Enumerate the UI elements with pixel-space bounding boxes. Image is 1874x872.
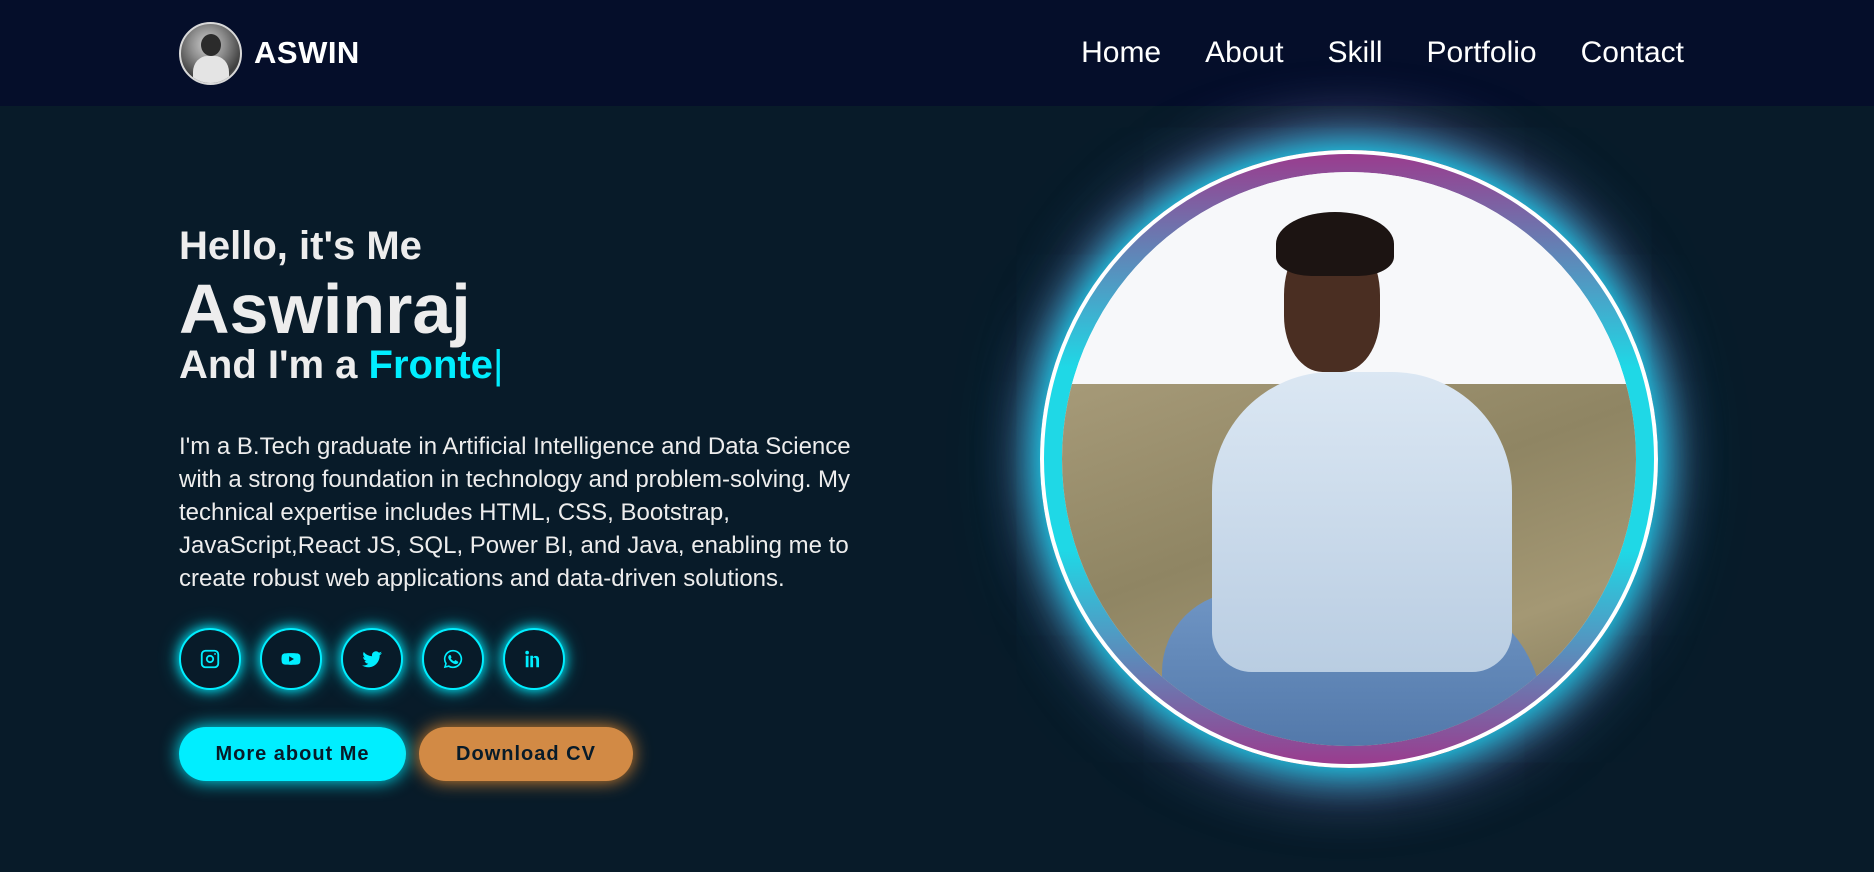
nav-about[interactable]: About (1205, 36, 1283, 70)
nav-portfolio[interactable]: Portfolio (1427, 36, 1537, 70)
hero-text: Hello, it's Me Aswinraj And I'm a Fronte… (179, 224, 899, 595)
hero-name: Aswinraj (179, 270, 471, 348)
main-nav: Home About Skill Portfolio Contact (1081, 36, 1684, 70)
youtube-link[interactable] (260, 628, 322, 690)
social-links (179, 628, 565, 690)
download-cv-button[interactable]: Download CV (419, 727, 633, 781)
more-about-me-button[interactable]: More about Me (179, 727, 406, 781)
bio-text: I'm a B.Tech graduate in Artificial Inte… (179, 433, 851, 592)
typing-cursor: | (492, 343, 504, 387)
avatar (179, 21, 242, 85)
brand-name: ASWIN (254, 35, 360, 70)
role-line: And I'm a Fronte| (179, 343, 899, 388)
linkedin-link[interactable] (503, 628, 565, 690)
instagram-link[interactable] (179, 628, 241, 690)
nav-skill[interactable]: Skill (1328, 36, 1383, 70)
profile-photo (1062, 172, 1636, 746)
greeting: Hello, it's Me (179, 224, 422, 268)
linkedin-icon (525, 650, 540, 668)
twitter-icon (361, 651, 383, 668)
nav-home[interactable]: Home (1081, 36, 1161, 70)
whatsapp-icon (443, 649, 463, 669)
cta-buttons: More about Me Download CV (179, 727, 633, 781)
nav-contact[interactable]: Contact (1581, 36, 1684, 70)
role-typed: Fronte (368, 343, 493, 387)
site-header: ASWIN Home About Skill Portfolio Contact (0, 0, 1874, 106)
brand-logo[interactable]: ASWIN (179, 21, 360, 85)
twitter-link[interactable] (341, 628, 403, 690)
role-prefix: And I'm a (179, 343, 369, 387)
youtube-icon (281, 653, 301, 665)
whatsapp-link[interactable] (422, 628, 484, 690)
instagram-icon (200, 649, 220, 669)
